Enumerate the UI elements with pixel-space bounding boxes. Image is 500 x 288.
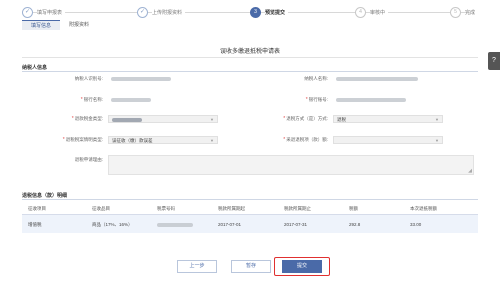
required-mark: *	[80, 97, 83, 103]
save-draft-button[interactable]: 暂存	[231, 260, 271, 273]
account-label: 银行账号:	[308, 97, 328, 102]
table-header-cell: 税票号码	[157, 206, 175, 211]
refund-reason-value: 误征收（缴）款误差	[112, 138, 153, 143]
bank-label: 银行名称:	[83, 97, 103, 102]
redacted-text	[336, 76, 418, 81]
step-number: 3	[250, 6, 261, 18]
refund-reason-select[interactable]: 误征收（缴）款误差 ▼	[108, 136, 218, 144]
resize-handle-icon[interactable]: ◢	[468, 169, 472, 174]
table-header-cell: 征收品目	[92, 206, 110, 211]
source-label: 采退退税项（款）额:	[286, 137, 328, 142]
tab-fill-info[interactable]: 填写信息	[22, 20, 61, 30]
step-number: 5	[450, 6, 461, 18]
table-header-cell: 税款所属期止	[284, 206, 311, 211]
notes-label-wrap: 退税申请理由:	[30, 156, 103, 164]
refund-method-label-wrap: * 退税方式（是）方式:	[258, 115, 328, 123]
check-icon: ✓	[22, 6, 33, 18]
check-icon: ✓	[137, 6, 148, 18]
required-mark: *	[305, 97, 308, 103]
table-cell: 2017-07-01	[218, 222, 242, 227]
divider	[22, 71, 478, 72]
section-title-taxpayer: 纳税人信息	[22, 65, 48, 71]
prev-step-button[interactable]: 上一步	[177, 260, 217, 273]
table-cell: 292.8	[349, 222, 361, 227]
refund-reason-label-wrap: * 退税税案情明类型:	[30, 136, 103, 144]
step-label: 完成	[465, 8, 479, 16]
section-title-refund-detail: 退税信息（款）明细	[22, 193, 68, 199]
refund-method-value: 退税	[337, 117, 346, 122]
step-label: 预览提交	[265, 8, 289, 16]
refund-method-label: 退税方式（是）方式:	[286, 116, 328, 121]
redacted-text	[157, 222, 193, 227]
tab-bar: 填写信息 附报资料	[22, 20, 98, 30]
required-mark: *	[71, 116, 74, 122]
redacted-text	[111, 76, 171, 81]
step-label: 上传附报资料	[152, 8, 186, 16]
table-header-cell: 税款所属期起	[218, 206, 245, 211]
taxpayer-name-label: 纳税人名称:	[304, 76, 328, 81]
divider	[22, 199, 478, 200]
step-number: 4	[355, 6, 366, 18]
table-cell: 增值税	[28, 222, 42, 227]
chevron-down-icon: ▼	[435, 138, 439, 143]
step-upload: ✓ 上传附报资料	[137, 6, 186, 18]
progress-stepper: ✓ 填写申报表 ✓ 上传附报资料 3 预览提交 4 审核中 5 完成	[0, 0, 500, 22]
step-reviewing: 4 审核中	[355, 6, 389, 18]
taxpayer-id-label: 纳税人识别号:	[74, 76, 103, 81]
divider	[22, 57, 478, 58]
bank-label-wrap: * 银行名称:	[40, 96, 103, 104]
step-fill-form: ✓ 填写申报表	[22, 6, 66, 18]
taxpayer-name-label-wrap: 纳税人名称:	[270, 75, 328, 83]
notes-textarea[interactable]: ◢	[108, 155, 474, 175]
help-icon[interactable]: ?	[488, 52, 500, 70]
table-cell: 商品（17%、16%）	[92, 222, 133, 227]
table-header-cell: 征收项目	[28, 206, 46, 211]
table-header-cell: 税额	[349, 206, 358, 211]
refund-type-label-wrap: * 退款税金类型:	[30, 115, 103, 123]
refund-reason-label: 退税税案情明类型:	[65, 137, 103, 142]
refund-type-select[interactable]: ▼	[108, 115, 218, 123]
table-cell: 2017-07-31	[284, 222, 308, 227]
account-label-wrap: * 银行账号:	[270, 96, 328, 104]
taxpayer-name-value	[333, 75, 433, 83]
required-mark: *	[283, 116, 286, 122]
chevron-down-icon: ▼	[435, 117, 439, 122]
table-header-cell: 本次退抵税额	[410, 206, 437, 211]
step-preview-submit: 3 预览提交	[250, 6, 289, 18]
chevron-down-icon: ▼	[210, 117, 214, 122]
table-header-row: 征收项目 征收品目 税票号码 税款所属期起 税款所属期止 税额 本次退抵税额	[22, 203, 478, 215]
refund-method-select[interactable]: 退税 ▼	[333, 115, 443, 123]
source-select[interactable]: ▼	[333, 136, 443, 144]
notes-label: 退税申请理由:	[74, 157, 103, 162]
step-label: 填写申报表	[37, 8, 66, 16]
refund-type-label: 退款税金类型:	[74, 116, 103, 121]
required-mark: *	[283, 137, 286, 143]
table-cell: 33.00	[410, 222, 422, 227]
redacted-text	[336, 97, 406, 102]
taxpayer-id-value	[108, 75, 198, 83]
account-value	[333, 96, 433, 104]
source-label-wrap: * 采退退税项（款）额:	[258, 136, 328, 144]
refund-detail-table: 征收项目 征收品目 税票号码 税款所属期起 税款所属期止 税额 本次退抵税额 增…	[22, 203, 478, 233]
form-title: 误收多缴退抵税申请表	[219, 49, 280, 55]
chevron-down-icon: ▼	[210, 138, 214, 143]
redacted-text	[111, 97, 151, 102]
submit-button[interactable]: 提交	[282, 260, 322, 273]
required-mark: *	[62, 137, 65, 143]
table-cell-redacted	[157, 222, 193, 227]
bank-value	[108, 96, 198, 104]
step-label: 审核中	[370, 8, 389, 16]
redacted-text	[112, 117, 142, 122]
step-complete: 5 完成	[450, 6, 479, 18]
taxpayer-id-label-wrap: 纳税人识别号:	[40, 75, 103, 83]
table-row[interactable]: 增值税 商品（17%、16%） 2017-07-01 2017-07-31 29…	[22, 215, 478, 233]
tab-attachments[interactable]: 附报资料	[60, 20, 98, 30]
